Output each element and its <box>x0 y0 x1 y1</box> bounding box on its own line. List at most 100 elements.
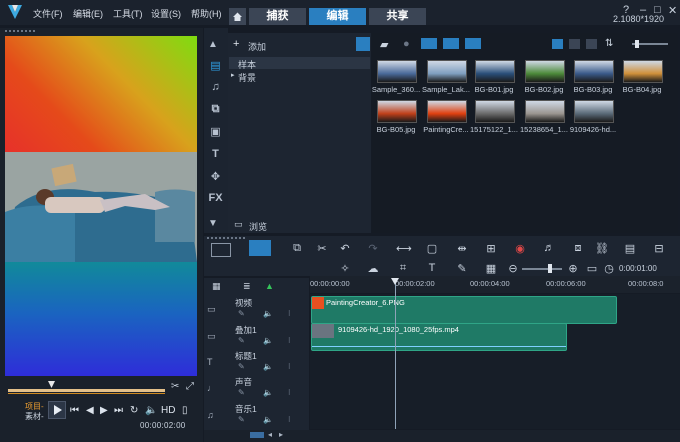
mirror-icon[interactable]: ⇹ <box>455 242 469 256</box>
redo-icon[interactable]: ↷ <box>366 242 380 256</box>
chapter-icon[interactable]: ≣ <box>243 281 251 292</box>
expand-down-icon[interactable]: ▼ <box>208 218 222 229</box>
library-thumbnail[interactable] <box>574 100 614 123</box>
next-frame-icon[interactable]: ▶ <box>100 405 108 416</box>
sort-icon[interactable]: ⇅ <box>605 38 613 49</box>
audio-mix-icon[interactable]: ♬ <box>542 242 556 256</box>
media-icon[interactable]: ▤ <box>207 59 224 73</box>
fx-icon[interactable]: FX <box>207 192 224 206</box>
hd-toggle[interactable]: HD <box>161 405 175 416</box>
fit-project-icon[interactable]: ▭ <box>585 262 599 276</box>
scrollbar-thumb[interactable] <box>250 432 264 438</box>
edit-track-icon[interactable]: ✎ <box>238 309 245 318</box>
playhead[interactable] <box>395 283 396 429</box>
folder-item-background[interactable]: ▸ 背景 <box>229 70 370 83</box>
library-thumbnail[interactable] <box>475 100 515 123</box>
cut-icon[interactable]: ✂ <box>315 242 329 256</box>
tab-share[interactable]: 共享 <box>369 8 426 25</box>
graphics-icon[interactable]: ✥ <box>207 170 224 184</box>
transition-icon[interactable]: ⧉ <box>207 103 224 117</box>
clip-mode-label[interactable]: 素材- <box>25 411 44 422</box>
menu-tools[interactable]: 工具(T) <box>113 7 143 20</box>
edit-icon[interactable]: ✎ <box>455 262 469 276</box>
panel-grip[interactable] <box>5 30 35 32</box>
mute-icon[interactable]: 🔈 <box>263 415 273 424</box>
home-tab[interactable] <box>229 8 246 25</box>
filter-audio-button[interactable] <box>465 38 481 49</box>
edit-track-icon[interactable]: ✎ <box>238 336 245 345</box>
zoom-out-icon[interactable]: ⊖ <box>506 262 520 276</box>
subtitle-icon[interactable]: ▤ <box>623 242 637 256</box>
grid-track-icon[interactable]: ⁝ <box>288 415 291 424</box>
video-track-icon[interactable]: ▭ <box>207 304 216 315</box>
magic-icon[interactable]: ✧ <box>338 262 352 276</box>
import-folder-icon[interactable]: ▰ <box>380 38 388 51</box>
record-icon[interactable]: ● <box>403 38 410 50</box>
mute-icon[interactable]: 🔈 <box>263 362 273 371</box>
pin-icon[interactable] <box>356 37 370 51</box>
library-thumbnail[interactable] <box>525 100 565 123</box>
voice-track-icon[interactable]: ♩ <box>207 383 216 393</box>
prev-frame-icon[interactable]: ◀ <box>86 405 94 416</box>
close-button[interactable]: ✕ <box>668 4 677 17</box>
chain-icon[interactable]: ⛓ <box>595 242 609 256</box>
collapse-icon[interactable]: ▲ <box>208 39 222 50</box>
add-icon[interactable]: + <box>233 38 239 50</box>
undo-icon[interactable]: ↶ <box>338 242 352 256</box>
copy-icon[interactable]: ⧉ <box>290 242 304 256</box>
play-button[interactable] <box>48 401 66 419</box>
library-thumbnail[interactable] <box>574 60 614 83</box>
tab-edit[interactable]: 编辑 <box>309 8 366 25</box>
trim-bar[interactable] <box>8 389 165 392</box>
text-icon[interactable]: T <box>207 148 224 162</box>
track-manager-icon[interactable]: ▦ <box>212 281 221 292</box>
zoom-in-icon[interactable]: ⊕ <box>566 262 580 276</box>
library-thumbnail[interactable] <box>427 60 467 83</box>
menu-help[interactable]: 帮助(H) <box>191 7 222 20</box>
scroll-right-icon[interactable]: ▸ <box>279 430 283 439</box>
menu-settings[interactable]: 设置(S) <box>151 7 181 20</box>
repeat-icon[interactable]: ↻ <box>130 405 138 416</box>
library-thumbnail[interactable] <box>525 60 565 83</box>
library-thumbnail[interactable] <box>427 100 467 123</box>
timeline-view-button[interactable] <box>249 240 271 256</box>
grid-track-icon[interactable]: ⁝ <box>288 336 291 345</box>
folder-item-sample[interactable]: 样本 <box>229 57 370 70</box>
timeline-grip[interactable] <box>207 237 247 239</box>
grid-track-icon[interactable]: ⁝ <box>288 362 291 371</box>
grid-track-icon[interactable]: ⁝ <box>288 388 291 397</box>
volume-icon[interactable]: 🔈 <box>145 405 157 416</box>
fit-icon[interactable]: ⟷ <box>396 242 412 256</box>
overlay-track-clip[interactable]: 9109426-hd_1920_1080_25fps.mp4 <box>311 323 567 351</box>
library-thumbnail[interactable] <box>377 60 417 83</box>
mute-icon[interactable]: 🔈 <box>263 309 273 318</box>
device-icon[interactable]: ▯ <box>182 405 188 416</box>
library-thumbnail[interactable] <box>475 60 515 83</box>
clock-icon[interactable]: ◷ <box>602 262 616 276</box>
zoom-slider[interactable] <box>522 268 562 270</box>
split-track-icon[interactable]: ⊞ <box>484 242 498 256</box>
view-list-button[interactable] <box>552 39 563 49</box>
title-frame-icon[interactable]: ▣ <box>207 125 224 139</box>
video-track-clip[interactable]: PaintingCreator_6.PNG <box>311 296 617 324</box>
edit-track-icon[interactable]: ✎ <box>238 415 245 424</box>
frame-icon[interactable]: ▢ <box>425 242 439 256</box>
scroll-left-icon[interactable]: ◂ <box>268 430 272 439</box>
add-folder-label[interactable]: 添加 <box>248 40 266 53</box>
mute-icon[interactable]: 🔈 <box>263 336 273 345</box>
grid-track-icon[interactable]: ⁝ <box>288 309 291 318</box>
edit-track-icon[interactable]: ✎ <box>238 388 245 397</box>
tab-capture[interactable]: 捕获 <box>249 8 306 25</box>
ripple-icon[interactable]: ▲ <box>265 281 274 291</box>
preview-window[interactable] <box>5 36 197 376</box>
motion-icon[interactable]: ⧈ <box>571 242 585 256</box>
overlay-track-icon[interactable]: ▭ <box>207 331 216 342</box>
home-icon-button[interactable]: ⏮ <box>70 405 79 416</box>
mute-icon[interactable]: 🔈 <box>263 388 273 397</box>
music-track-icon[interactable]: ♫ <box>207 410 214 420</box>
audio-icon[interactable]: ♫ <box>207 81 224 95</box>
storyboard-view-button[interactable] <box>211 243 231 257</box>
end-icon[interactable]: ⏭ <box>114 405 123 416</box>
thumb-size-handle[interactable] <box>635 40 639 48</box>
menu-edit[interactable]: 编辑(E) <box>73 7 103 20</box>
